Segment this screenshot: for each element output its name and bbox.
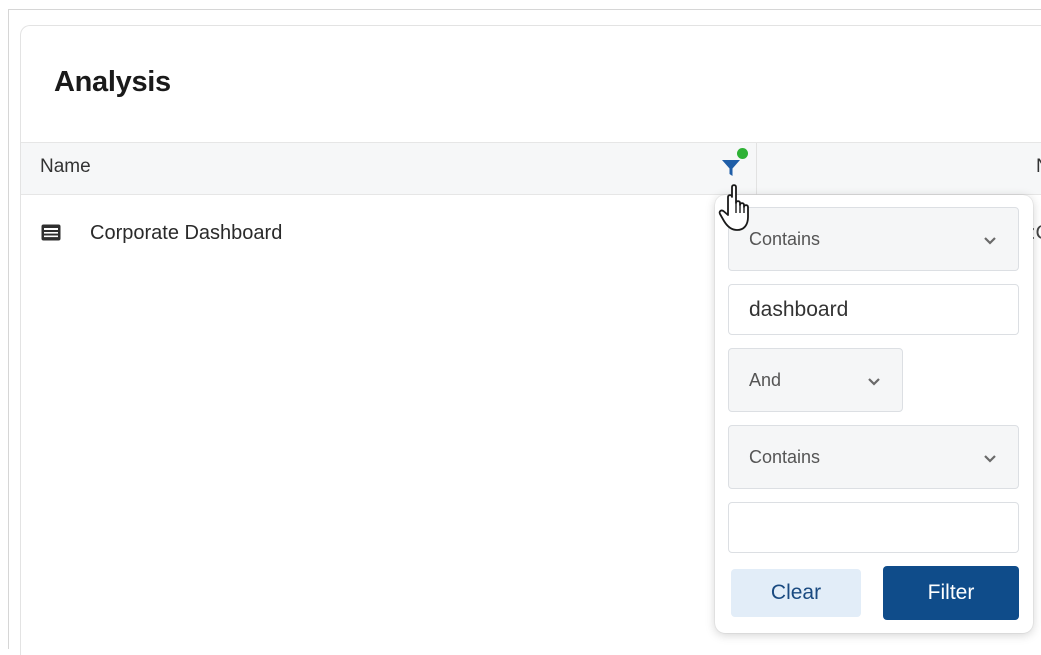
chevron-down-icon — [868, 378, 880, 386]
join-operator-label: And — [749, 370, 782, 390]
condition1-value-input[interactable] — [728, 284, 1019, 335]
chevron-down-icon — [984, 455, 996, 463]
dashboard-icon — [41, 224, 61, 241]
row-name-cell[interactable]: Corporate Dashboard — [90, 222, 282, 245]
column-filter-popup: Contains And Contains Clear Filter — [715, 195, 1033, 633]
hand-cursor-icon — [718, 184, 749, 231]
condition2-value-input[interactable] — [728, 502, 1019, 553]
filter-button[interactable]: Filter — [883, 566, 1019, 620]
condition1-operator-select[interactable]: Contains — [728, 207, 1019, 271]
column-header-name[interactable]: Name — [40, 156, 91, 178]
grid-header — [21, 142, 1041, 195]
column-header-next[interactable]: N — [1036, 156, 1041, 178]
filter-active-indicator — [737, 148, 748, 159]
clear-button[interactable]: Clear — [731, 569, 861, 617]
condition2-operator-label: Contains — [749, 447, 821, 467]
chevron-down-icon — [984, 237, 996, 245]
panel-title: Analysis — [54, 66, 171, 98]
condition2-operator-select[interactable]: Contains — [728, 425, 1019, 489]
filter-icon[interactable] — [721, 158, 741, 178]
join-operator-select[interactable]: And — [728, 348, 903, 412]
